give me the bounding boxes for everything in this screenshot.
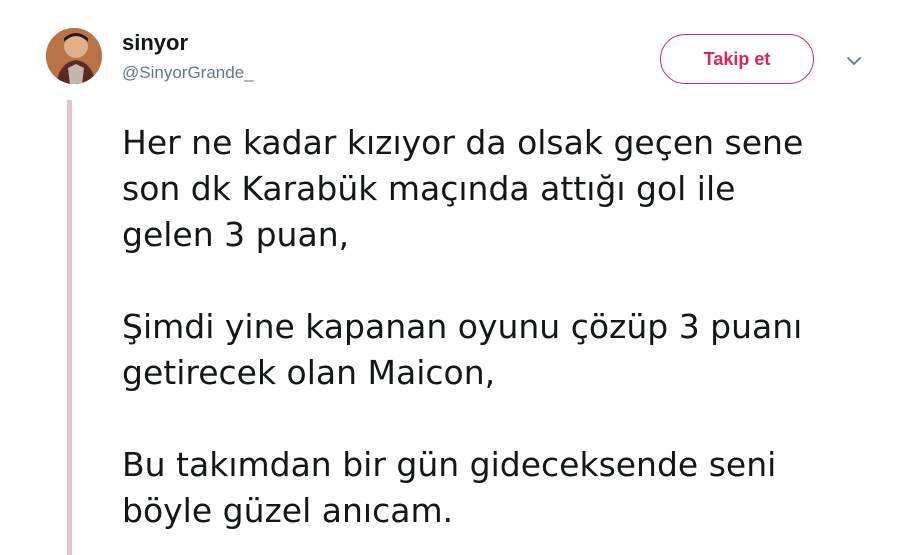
tweet-text-line: böyle güzel anıcam.: [122, 491, 454, 530]
follow-button[interactable]: Takip et: [660, 34, 814, 84]
avatar-image: [46, 28, 102, 84]
tweet-menu-button[interactable]: [842, 52, 866, 70]
tweet-text-line: gelen 3 puan,: [122, 215, 350, 254]
tweet-text-line: Şimdi yine kapanan oyunu çözüp 3 puanı: [122, 307, 803, 346]
tweet-text-line: Bu takımdan bir gün gideceksende seni: [122, 445, 777, 484]
tweet-text-line: getirecek olan Maicon,: [122, 353, 496, 392]
user-name[interactable]: sinyor: [122, 30, 188, 56]
tweet-text-line: son dk Karabük maçında attığı gol ile: [122, 169, 736, 208]
avatar[interactable]: [46, 28, 102, 84]
thread-line: [67, 100, 72, 555]
chevron-down-icon: [847, 57, 861, 65]
tweet-card: sinyor @SinyorGrande_ Takip et Her ne ka…: [0, 0, 912, 555]
tweet-text-line: Her ne kadar kızıyor da olsak geçen sene: [122, 123, 804, 162]
tweet-text: Her ne kadar kızıyor da olsak geçen sene…: [122, 120, 882, 534]
user-handle[interactable]: @SinyorGrande_: [122, 62, 254, 84]
